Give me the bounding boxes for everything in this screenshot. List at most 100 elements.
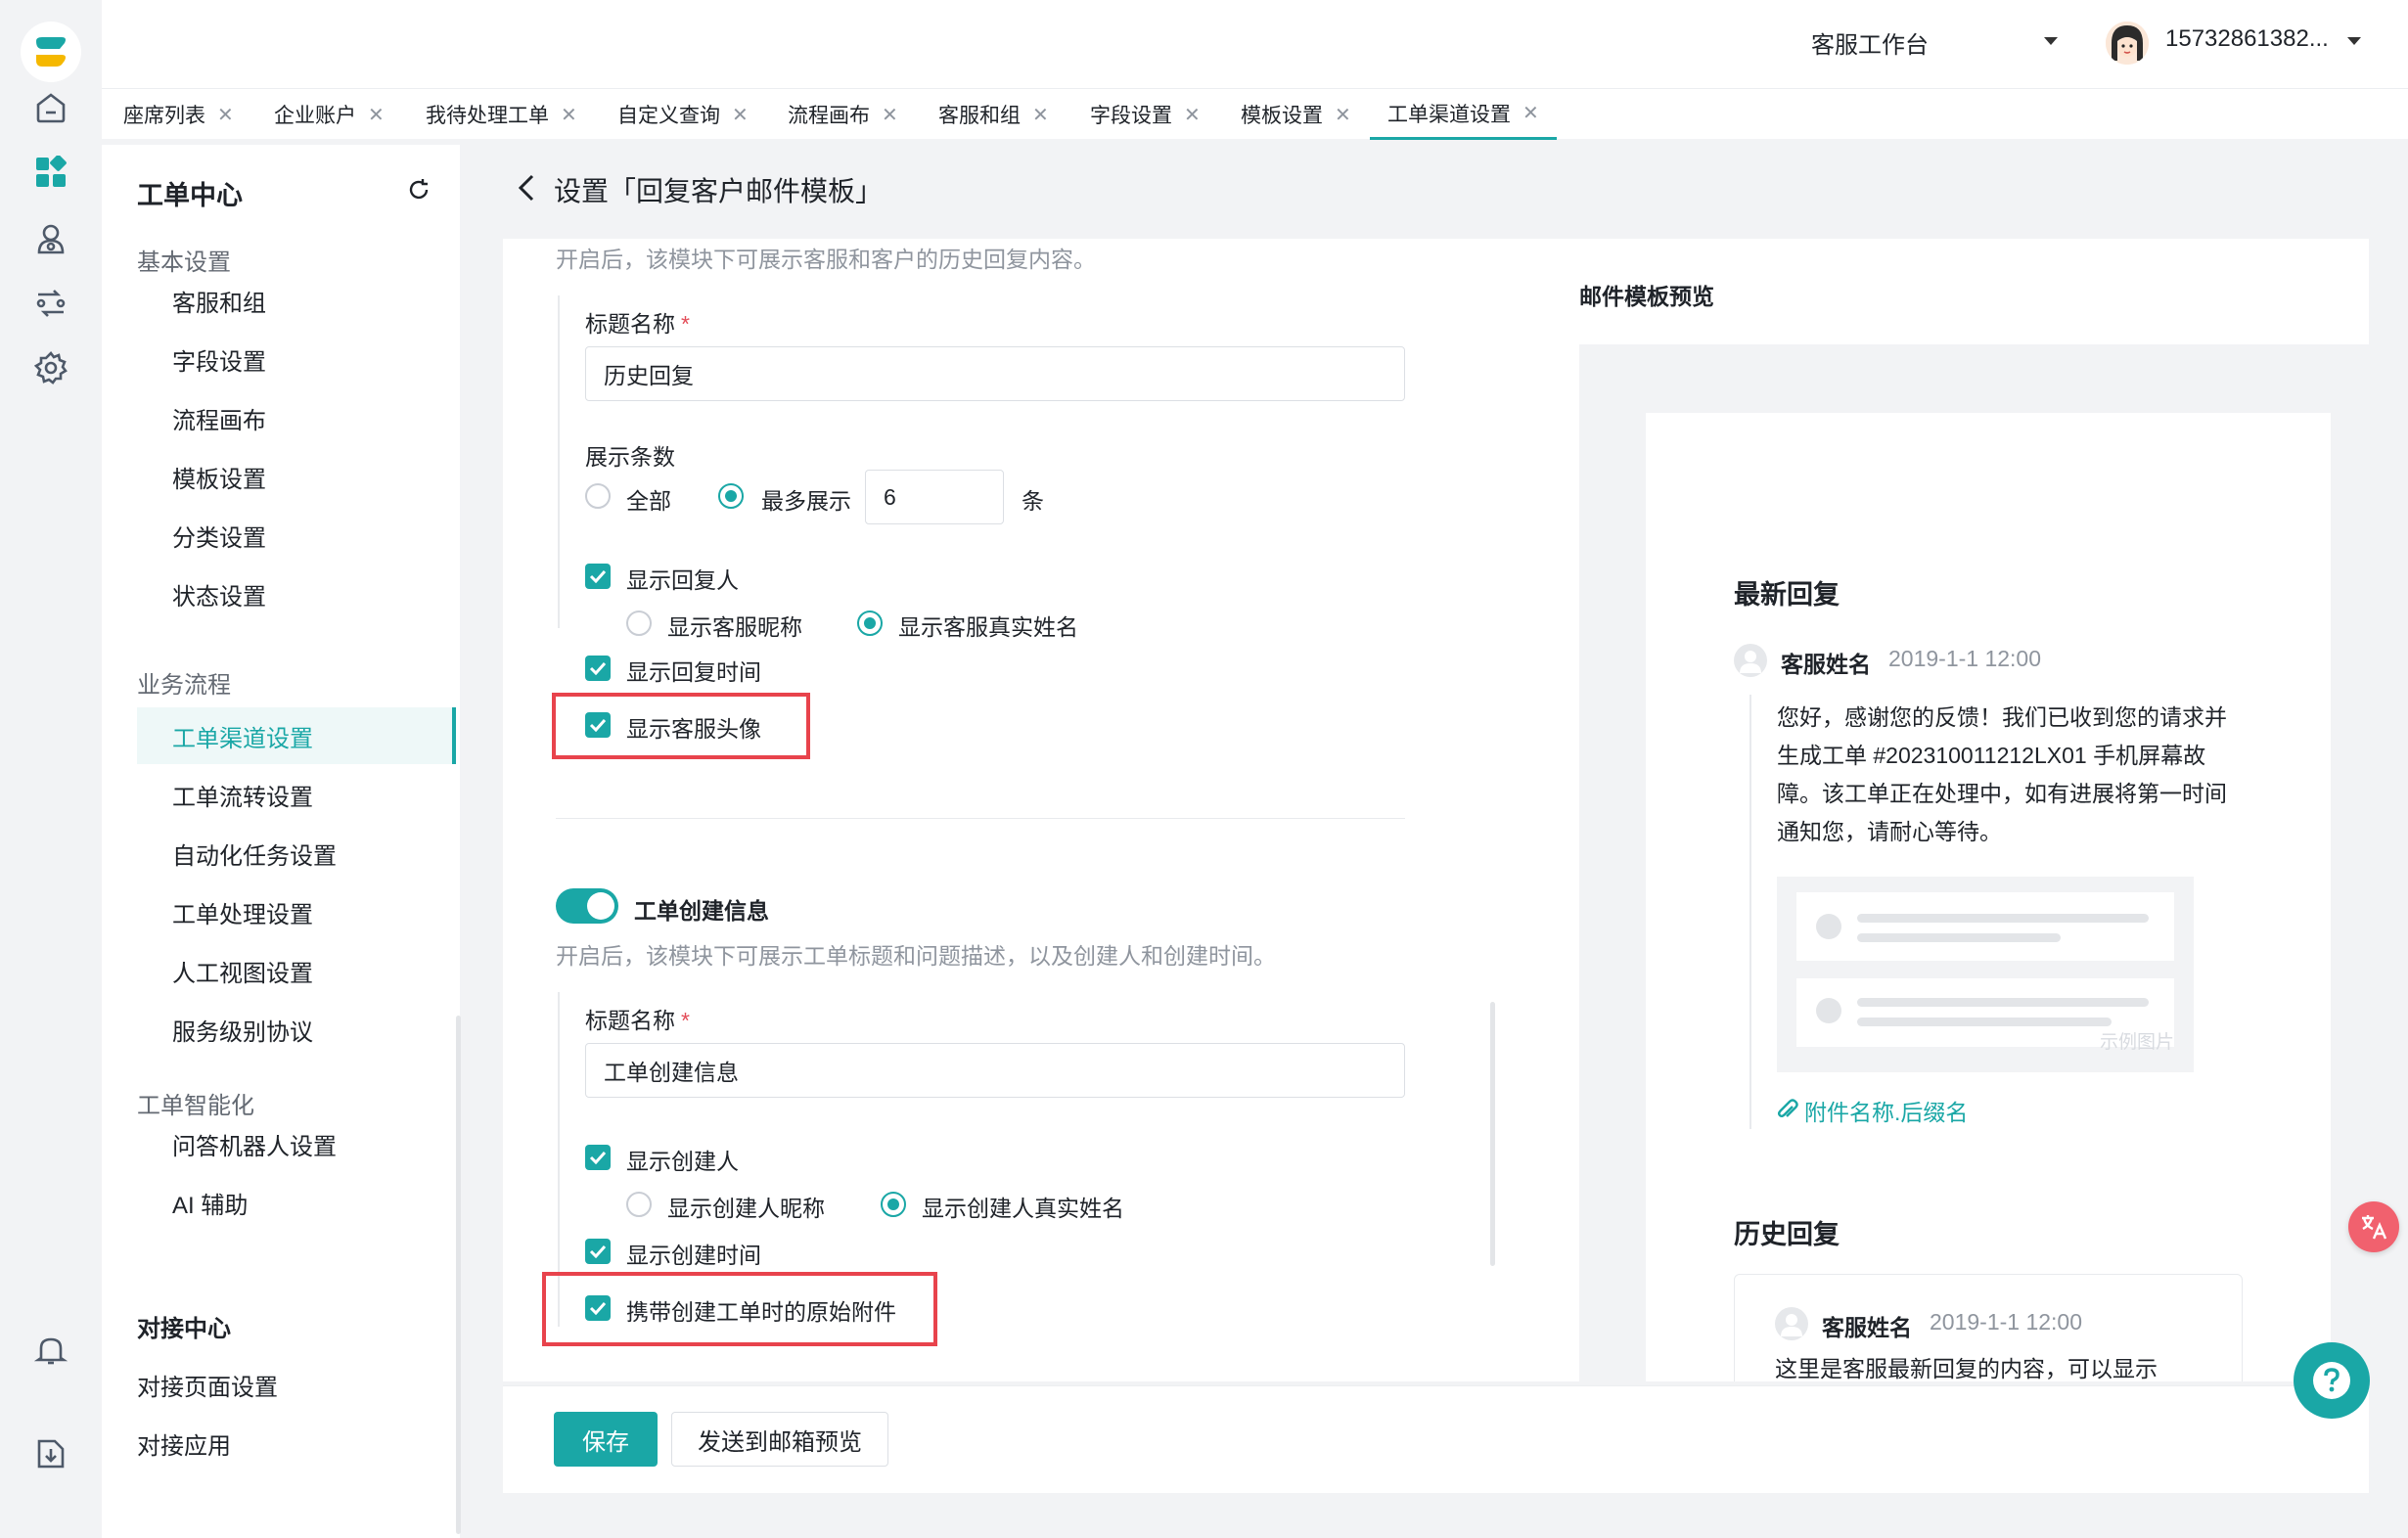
show-reply-time-checkbox[interactable] xyxy=(585,656,611,681)
radio-creator-nick[interactable] xyxy=(626,1192,652,1217)
close-icon[interactable]: ✕ xyxy=(1335,103,1351,127)
nav-item-processing-settings[interactable]: 工单处理设置 xyxy=(137,883,456,940)
preview-attachment: 附件名称.后缀名 xyxy=(1777,1094,1968,1127)
create-info-description: 开启后，该模块下可展示工单标题和问题描述，以及创建人和创建时间。 xyxy=(556,943,1276,969)
show-create-time-checkbox[interactable] xyxy=(585,1239,611,1264)
radio-nick-label: 显示客服昵称 xyxy=(667,614,802,640)
nav-item-ai-assist[interactable]: AI 辅助 xyxy=(137,1174,456,1231)
nav-item-category-settings[interactable]: 分类设置 xyxy=(137,507,456,564)
nav-item-agents-groups[interactable]: 客服和组 xyxy=(137,272,456,329)
radio-creator-realname[interactable] xyxy=(881,1192,906,1217)
preview-latest-heading: 最新回复 xyxy=(1734,580,1840,610)
footer-bar: 保存 发送到邮箱预览 xyxy=(503,1385,2369,1493)
max-count-input[interactable]: 6 xyxy=(865,470,1004,524)
preview-sample-bar xyxy=(1857,933,2061,942)
back-arrow-icon[interactable] xyxy=(515,172,542,204)
close-icon[interactable]: ✕ xyxy=(882,103,898,127)
nav-item-transfer-settings[interactable]: 工单流转设置 xyxy=(137,766,456,823)
workorder-icon[interactable] xyxy=(27,149,74,196)
close-icon[interactable]: ✕ xyxy=(1032,103,1049,127)
radio-max-label: 最多展示 xyxy=(761,488,851,514)
close-icon[interactable]: ✕ xyxy=(368,103,385,127)
count-unit: 条 xyxy=(1022,488,1044,514)
refresh-icon[interactable] xyxy=(407,178,431,202)
nav-item-qa-bot[interactable]: 问答机器人设置 xyxy=(137,1115,456,1172)
user-menu-chevron-icon[interactable] xyxy=(2347,37,2361,45)
form-scrollbar[interactable] xyxy=(1490,1002,1495,1266)
history-title-input[interactable]: 历史回复 xyxy=(585,346,1405,401)
preview-sample-bar xyxy=(1857,1018,2112,1026)
help-icon[interactable] xyxy=(2294,1342,2370,1419)
preview-sample-dot xyxy=(1816,998,1841,1023)
nav-group-flow: 业务流程 xyxy=(137,672,231,699)
preview-history-name: 客服姓名 xyxy=(1822,1315,1912,1340)
save-button[interactable]: 保存 xyxy=(554,1412,658,1467)
tab-agents-groups[interactable]: 客服和组 ✕ xyxy=(938,89,1049,140)
show-avatar-checkbox[interactable] xyxy=(585,712,611,738)
nav-item-app-integration[interactable]: 对接应用 xyxy=(137,1426,231,1461)
count-label: 展示条数 xyxy=(585,444,675,470)
section-divider xyxy=(556,818,1405,819)
history-description: 开启后，该模块下可展示客服和客户的历史回复内容。 xyxy=(556,247,1096,272)
nav-item-view-settings[interactable]: 人工视图设置 xyxy=(137,942,456,999)
sidebar-scrollbar[interactable] xyxy=(456,1016,461,1534)
tab-flow-canvas[interactable]: 流程画布 ✕ xyxy=(788,89,898,140)
send-preview-button[interactable]: 发送到邮箱预览 xyxy=(671,1412,888,1467)
top-bar xyxy=(102,0,2408,88)
show-avatar-label: 显示客服头像 xyxy=(626,716,761,742)
preview-history-time: 2019-1-1 12:00 xyxy=(1930,1309,2083,1334)
paperclip-icon xyxy=(1777,1099,1798,1122)
translate-icon[interactable] xyxy=(2348,1201,2399,1252)
preview-sample-bar xyxy=(1857,914,2149,923)
create-title-input[interactable]: 工单创建信息 xyxy=(585,1043,1405,1098)
nav-item-status-settings[interactable]: 状态设置 xyxy=(137,565,456,622)
show-create-time-label: 显示创建时间 xyxy=(626,1243,761,1268)
carry-attachments-checkbox[interactable] xyxy=(585,1295,611,1321)
app-logo[interactable] xyxy=(21,22,81,82)
create-info-toggle[interactable] xyxy=(556,888,618,924)
tab-template-settings[interactable]: 模板设置 ✕ xyxy=(1241,89,1351,140)
close-icon[interactable]: ✕ xyxy=(732,103,749,127)
tab-custom-query[interactable]: 自定义查询 ✕ xyxy=(617,89,749,140)
workspace-switcher[interactable]: 客服工作台 xyxy=(1811,25,1929,60)
tab-agent-list[interactable]: 座席列表 ✕ xyxy=(123,89,234,140)
home-icon[interactable] xyxy=(27,84,74,131)
show-replier-checkbox[interactable] xyxy=(585,564,611,589)
user-name[interactable]: 15732861382... xyxy=(2165,25,2329,53)
close-icon[interactable]: ✕ xyxy=(217,103,234,127)
bell-icon[interactable] xyxy=(27,1327,74,1374)
nav-item-sla[interactable]: 服务级别协议 xyxy=(137,1001,456,1058)
nav-item-flow-canvas[interactable]: 流程画布 xyxy=(137,389,456,446)
routing-icon[interactable] xyxy=(27,280,74,327)
show-creator-checkbox[interactable] xyxy=(585,1145,611,1170)
nav-item-channel-settings[interactable]: 工单渠道设置 xyxy=(137,707,456,764)
close-icon[interactable]: ✕ xyxy=(561,103,577,127)
tab-channel-settings[interactable]: 工单渠道设置 ✕ xyxy=(1370,89,1557,140)
nav-item-template-settings[interactable]: 模板设置 xyxy=(137,448,456,505)
page-header: 设置「回复客户邮件模板」 xyxy=(466,145,2408,233)
nav-item-field-settings[interactable]: 字段设置 xyxy=(137,331,456,387)
user-avatar[interactable] xyxy=(2106,22,2149,65)
tab-enterprise-account[interactable]: 企业账户 ✕ xyxy=(274,89,385,140)
history-indent-line xyxy=(558,295,560,628)
preview-sample-row xyxy=(1796,892,2174,961)
nav-item-page-integration[interactable]: 对接页面设置 xyxy=(137,1368,278,1402)
nav-item-automation-settings[interactable]: 自动化任务设置 xyxy=(137,825,456,882)
agent-icon[interactable] xyxy=(27,215,74,262)
settings-icon[interactable] xyxy=(27,344,74,391)
settings-panel: 开启后，该模块下可展示客服和客户的历史回复内容。 标题名称 * 历史回复 展示条数… xyxy=(503,239,2369,1381)
main-area: 设置「回复客户邮件模板」 开启后，该模块下可展示客服和客户的历史回复内容。 标题… xyxy=(466,145,2408,1538)
radio-max[interactable] xyxy=(718,483,744,509)
close-icon[interactable]: ✕ xyxy=(1522,101,1539,125)
tab-field-settings[interactable]: 字段设置 ✕ xyxy=(1090,89,1201,140)
download-icon[interactable] xyxy=(27,1430,74,1477)
tab-my-pending[interactable]: 我待处理工单 ✕ xyxy=(426,89,577,140)
close-icon[interactable]: ✕ xyxy=(1184,103,1201,127)
radio-nick[interactable] xyxy=(626,611,652,636)
chevron-down-icon[interactable] xyxy=(2044,37,2058,45)
radio-realname[interactable] xyxy=(857,611,883,636)
radio-all[interactable] xyxy=(585,483,611,509)
radio-creator-nick-label: 显示创建人昵称 xyxy=(667,1196,825,1221)
preview-history-avatar xyxy=(1775,1307,1808,1340)
nav-section-integration: 对接中心 xyxy=(137,1316,231,1342)
